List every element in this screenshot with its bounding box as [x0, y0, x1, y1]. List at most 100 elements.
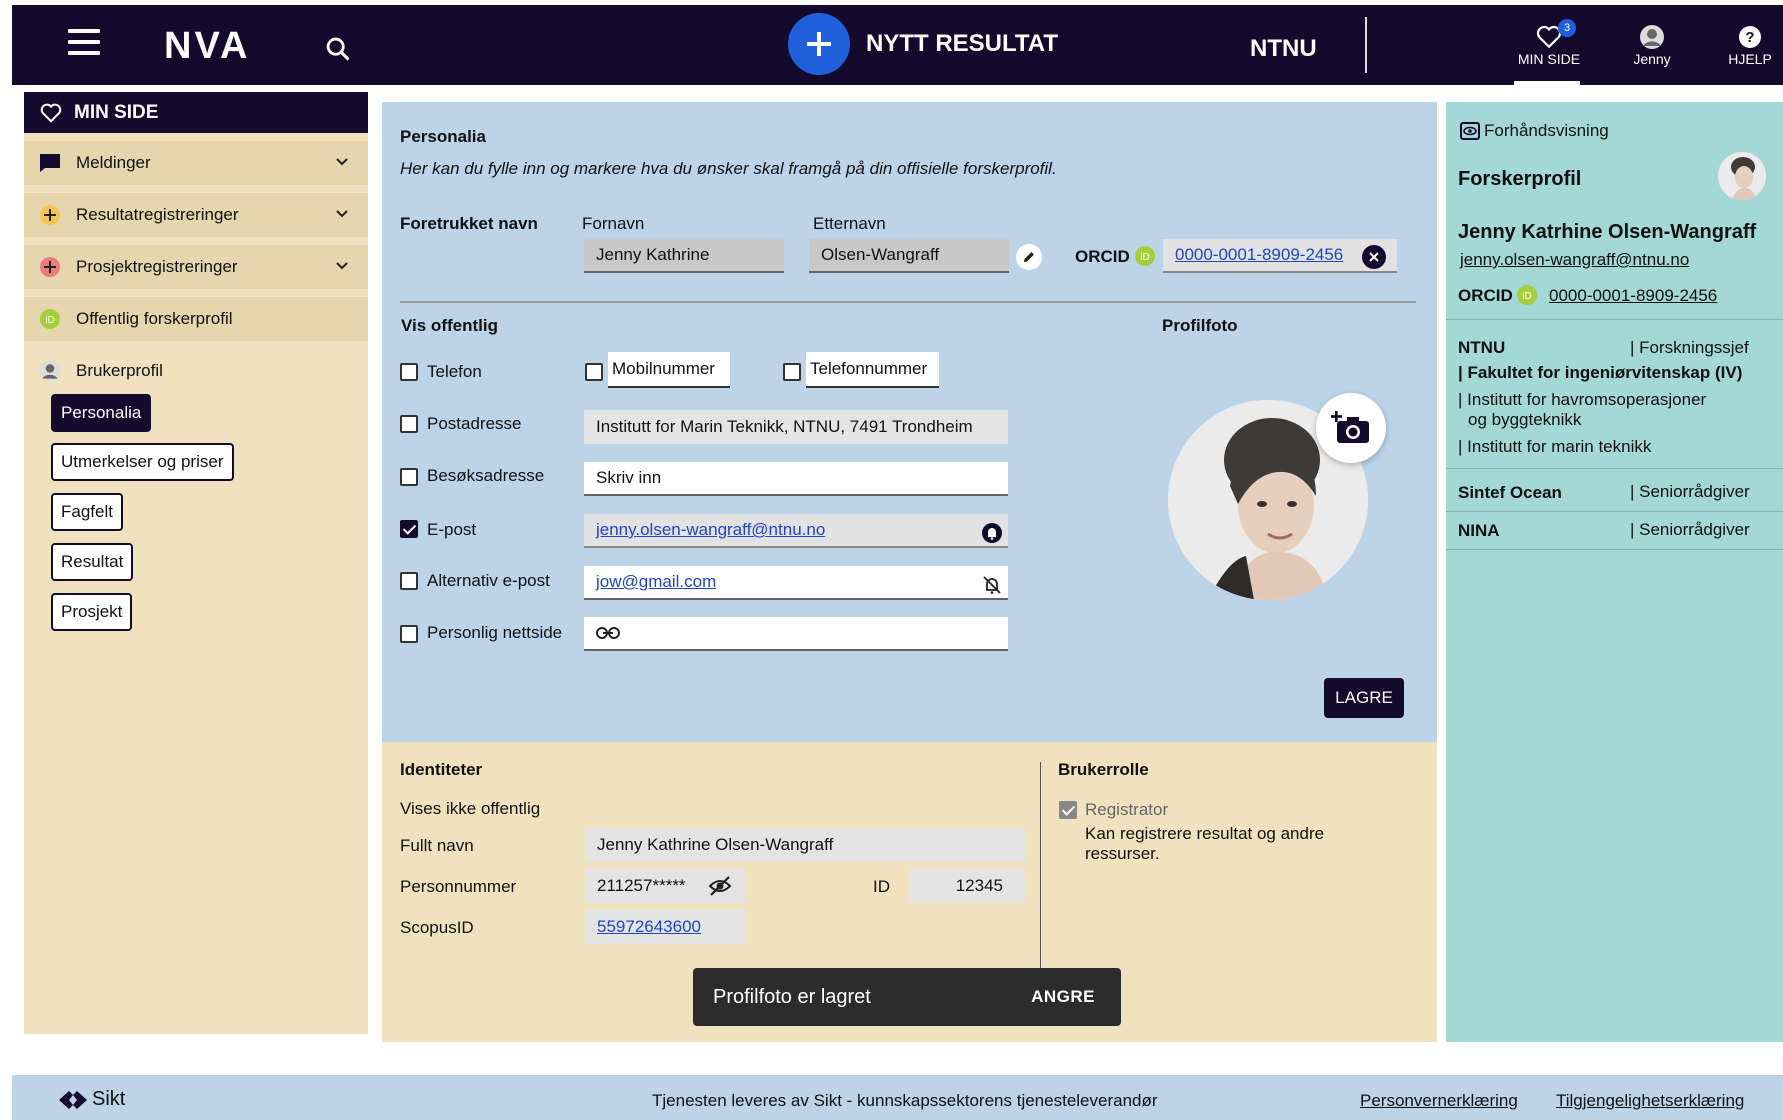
scopus-field: 55972643600	[585, 910, 745, 944]
preview-email-link[interactable]: jenny.olsen-wangraff@ntnu.no	[1460, 250, 1689, 269]
aff1-unit2b: og byggteknikk	[1468, 410, 1582, 429]
footer: Sikt Tjenesten leveres av Sikt - kunnska…	[12, 1075, 1783, 1120]
scopus-label: ScopusID	[400, 918, 474, 937]
telefonnummer-field[interactable]: Telefonnummer	[806, 352, 939, 388]
change-photo-button[interactable]	[1316, 393, 1386, 463]
add-photo-camera-icon	[1331, 411, 1369, 443]
epost-checkbox[interactable]	[400, 520, 418, 538]
sidebar: MIN SIDE Meldinger Resultatregistreringe…	[24, 92, 368, 1034]
message-icon	[38, 151, 62, 175]
sikt-brand: Sikt	[92, 1088, 126, 1110]
chevron-down-icon	[336, 262, 348, 270]
postadresse-checkbox[interactable]	[400, 415, 418, 433]
sub-item-prosjekt[interactable]: Prosjekt	[51, 593, 133, 631]
sidebar-item-resultatregistreringer[interactable]: Resultatregistreringer	[24, 193, 368, 237]
telefon-checkbox[interactable]	[400, 363, 418, 381]
section-divider	[400, 301, 1416, 303]
undo-button[interactable]: ANGRE	[1031, 987, 1095, 1007]
sub-item-resultat[interactable]: Resultat	[51, 543, 134, 581]
first-name-label: Fornavn	[582, 214, 645, 233]
vis-offentlig-label: Vis offentlig	[401, 316, 498, 335]
hamburger-menu-icon[interactable]	[68, 29, 100, 59]
id-field: 12345	[909, 869, 1025, 903]
preview-email-wrap: jenny.olsen-wangraff@ntnu.no	[1460, 250, 1689, 270]
svg-text:?: ?	[1745, 29, 1754, 46]
remove-orcid-close-icon[interactable]	[1362, 245, 1386, 269]
alt-epost-field[interactable]: jow@gmail.com	[584, 566, 1008, 600]
epost-link[interactable]: jenny.olsen-wangraff@ntnu.no	[596, 520, 825, 540]
sidebar-item-offentlig-forskerprofil[interactable]: iD Offentlig forskerprofil	[24, 297, 368, 341]
preferred-name-label: Foretrukket navn	[400, 214, 538, 233]
sikt-logo[interactable]: Sikt	[58, 1088, 125, 1111]
telefonnummer-checkbox[interactable]	[783, 363, 801, 381]
sub-item-personalia[interactable]: Personalia	[51, 394, 152, 432]
plus-icon	[38, 255, 62, 279]
personalia-title: Personalia	[400, 127, 486, 146]
personalia-intro: Her kan du fylle inn og markere hva du ø…	[400, 159, 1057, 178]
role-description: Kan registrere resultat og andre ressurs…	[1085, 824, 1325, 863]
orcid-icon: iD	[1517, 285, 1537, 305]
save-button[interactable]: LAGRE	[1324, 678, 1404, 718]
not-public-label: Vises ikke offentlig	[400, 799, 541, 818]
user-avatar	[1622, 23, 1682, 51]
svg-text:iD: iD	[45, 315, 54, 326]
sidebar-item-brukerprofil[interactable]: Brukerprofil	[24, 349, 368, 393]
preview-name: Jenny Katrhine Olsen-Wangraff	[1458, 221, 1757, 243]
aff1-unit3: | Institutt for marin teknikk	[1458, 437, 1652, 456]
new-result-button[interactable]: NYTT RESULTAT	[788, 13, 1058, 75]
accessibility-link[interactable]: Tilgjengelighetserklæring	[1556, 1091, 1744, 1111]
last-name-field[interactable]: Olsen-Wangraff	[809, 239, 1009, 273]
link-icon	[596, 627, 620, 639]
mobil-field[interactable]: Mobilnummer	[608, 352, 730, 388]
help-nav[interactable]: ? HJELP	[1722, 23, 1778, 67]
sidebar-item-label: Meldinger	[76, 153, 151, 172]
aff1-unit2a: | Institutt for havromsoperasjoner	[1458, 390, 1707, 409]
first-name-field[interactable]: Jenny Kathrine	[584, 239, 784, 273]
nettside-field[interactable]	[584, 617, 1008, 651]
sub-item-utmerkelser[interactable]: Utmerkelser og priser	[51, 443, 234, 481]
edit-pencil-icon[interactable]	[1016, 244, 1042, 270]
chevron-down-icon	[336, 158, 348, 166]
sub-item-fagfelt[interactable]: Fagfelt	[51, 493, 123, 531]
snackbar: Profilfoto er lagret ANGRE	[693, 968, 1121, 1026]
svg-text:iD: iD	[1522, 291, 1531, 302]
orcid-label: ORCID	[1075, 247, 1130, 266]
app-logo[interactable]: NVA	[164, 25, 250, 68]
profile-photo-label: Profilfoto	[1162, 316, 1238, 335]
registrator-checkbox	[1059, 801, 1077, 819]
besoksadresse-checkbox[interactable]	[400, 468, 418, 486]
postadresse-field[interactable]: Institutt for Marin Teknikk, NTNU, 7491 …	[584, 410, 1008, 444]
privacy-link[interactable]: Personvernerklæring	[1360, 1091, 1518, 1111]
org-selector[interactable]: NTNU	[1250, 35, 1317, 63]
alt-epost-checkbox[interactable]	[400, 572, 418, 590]
bell-off-icon[interactable]	[981, 574, 1003, 596]
orcid-link[interactable]: 0000-0001-8909-2456	[1175, 245, 1343, 265]
eye-off-icon[interactable]	[708, 875, 732, 897]
preview-divider	[1446, 468, 1783, 469]
mobil-checkbox[interactable]	[585, 363, 603, 381]
postadresse-label: Postadresse	[427, 414, 522, 433]
personnummer-label: Personnummer	[400, 877, 517, 896]
orcid-icon: iD	[38, 307, 62, 331]
sidebar-item-prosjektregistreringer[interactable]: Prosjektregistreringer	[24, 245, 368, 289]
scopus-link[interactable]: 55972643600	[597, 917, 701, 937]
sidebar-item-meldinger[interactable]: Meldinger	[24, 141, 368, 185]
aff3-role: | Seniorrådgiver	[1630, 520, 1750, 539]
preview-orcid-wrap: 0000-0001-8909-2456	[1549, 286, 1717, 306]
min-side-label: MIN SIDE	[1517, 51, 1581, 67]
full-name-label: Fullt navn	[400, 836, 474, 855]
bell-icon[interactable]	[981, 522, 1003, 544]
epost-field[interactable]: jenny.olsen-wangraff@ntnu.no	[584, 514, 1008, 548]
preview-eye-icon	[1460, 122, 1480, 140]
telefon-label: Telefon	[427, 362, 482, 381]
search-icon[interactable]	[324, 35, 352, 63]
help-icon: ?	[1722, 23, 1778, 51]
user-menu[interactable]: Jenny	[1622, 23, 1682, 67]
min-side-nav[interactable]: 3 MIN SIDE	[1514, 19, 1584, 86]
preview-orcid-link[interactable]: 0000-0001-8909-2456	[1549, 286, 1717, 305]
snackbar-message: Profilfoto er lagret	[713, 985, 871, 1008]
notification-badge: 3	[1558, 19, 1576, 37]
besoksadresse-field[interactable]: Skriv inn	[584, 462, 1008, 496]
nettside-checkbox[interactable]	[400, 625, 418, 643]
alt-epost-link[interactable]: jow@gmail.com	[596, 572, 716, 592]
